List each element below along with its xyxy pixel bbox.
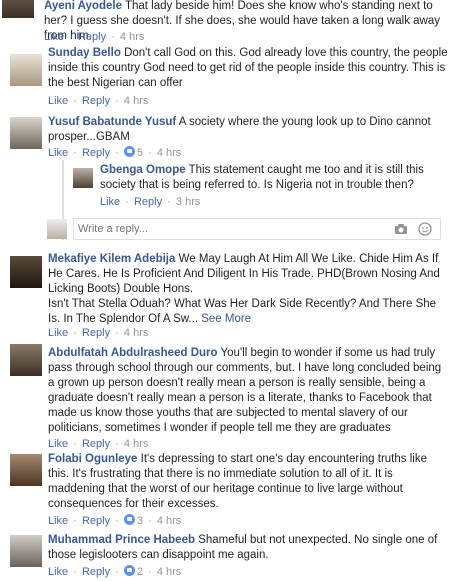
separator: · bbox=[73, 438, 77, 450]
like-link[interactable]: Like bbox=[48, 147, 68, 159]
like-link[interactable]: Like bbox=[44, 31, 64, 43]
comment-actions: Like · Reply · 3 hrs bbox=[100, 195, 200, 209]
current-user-avatar bbox=[47, 219, 67, 239]
see-more-link[interactable]: See More bbox=[201, 313, 251, 325]
comment-author[interactable]: Muhammad Prince Habeeb bbox=[48, 534, 195, 546]
timestamp[interactable]: 4 hrs bbox=[157, 515, 181, 527]
separator: · bbox=[73, 515, 77, 527]
reply-link[interactable]: Reply bbox=[82, 327, 110, 339]
avatar[interactable] bbox=[10, 117, 42, 149]
comment-author[interactable]: Mekafiye Kilem Adebija bbox=[48, 253, 175, 265]
like-link[interactable]: Like bbox=[48, 566, 68, 578]
emoji-icon[interactable] bbox=[418, 222, 432, 236]
reply-input[interactable] bbox=[78, 222, 378, 236]
comment-body: Abdulfatah Abdulrasheed Duro You'll begi… bbox=[48, 346, 448, 436]
reaction-count[interactable]: 5 bbox=[137, 147, 143, 159]
avatar[interactable] bbox=[10, 256, 42, 288]
separator: · bbox=[73, 147, 77, 159]
comment-body: Mekafiye Kilem Adebija We May Laugh At H… bbox=[48, 252, 448, 327]
comment-body: Folabi Ogunleye It's depressing to start… bbox=[48, 452, 448, 512]
reply-link[interactable]: Reply bbox=[82, 95, 110, 107]
reply-link[interactable]: Reply bbox=[82, 566, 110, 578]
avatar[interactable] bbox=[73, 168, 93, 188]
comment-author[interactable]: Gbenga Omope bbox=[100, 164, 186, 176]
comment-body: Sunday Bello Don't call God on this. God… bbox=[48, 46, 448, 91]
avatar[interactable] bbox=[2, 0, 34, 18]
avatar[interactable] bbox=[10, 54, 42, 86]
timestamp[interactable]: 4 hrs bbox=[124, 438, 148, 450]
like-reaction-icon[interactable] bbox=[123, 146, 135, 157]
like-link[interactable]: Like bbox=[48, 327, 68, 339]
separator: · bbox=[115, 95, 119, 107]
timestamp[interactable]: 4 hrs bbox=[120, 31, 144, 43]
separator: · bbox=[111, 31, 115, 43]
comment-author[interactable]: Abdulfatah Abdulrasheed Duro bbox=[48, 347, 218, 359]
comment-actions: Like · Reply · 5 · 4 hrs bbox=[48, 146, 181, 160]
comment-body: Yusuf Babatunde Yusuf A society where th… bbox=[48, 115, 443, 145]
comment-text: You'll begin to wonder if some us had tr… bbox=[48, 347, 442, 434]
separator: · bbox=[115, 327, 119, 339]
like-reaction-icon[interactable] bbox=[123, 565, 135, 576]
comment-author[interactable]: Folabi Ogunleye bbox=[48, 453, 137, 465]
timestamp[interactable]: 4 hrs bbox=[157, 147, 181, 159]
comment-actions: Like · Reply · 2 · 4 hrs bbox=[48, 565, 181, 579]
comment-actions: Like · Reply · 3 · 4 hrs bbox=[48, 514, 181, 528]
separator: · bbox=[148, 566, 152, 578]
separator: · bbox=[73, 95, 77, 107]
comment-body: Gbenga Omope This statement caught me to… bbox=[100, 163, 445, 193]
separator: · bbox=[167, 196, 171, 208]
like-link[interactable]: Like bbox=[100, 196, 120, 208]
like-reaction-icon[interactable] bbox=[123, 514, 135, 525]
reply-link[interactable]: Reply bbox=[82, 515, 110, 527]
separator: · bbox=[115, 566, 119, 578]
timestamp[interactable]: 3 hrs bbox=[176, 196, 200, 208]
separator: · bbox=[115, 147, 119, 159]
reply-link[interactable]: Reply bbox=[82, 438, 110, 450]
like-link[interactable]: Like bbox=[48, 438, 68, 450]
comment-actions: Like · Reply · 4 hrs bbox=[48, 326, 148, 340]
separator: · bbox=[115, 438, 119, 450]
comment-author[interactable]: Yusuf Babatunde Yusuf bbox=[48, 116, 176, 128]
reply-input-box[interactable] bbox=[73, 218, 441, 240]
separator: · bbox=[148, 147, 152, 159]
timestamp[interactable]: 4 hrs bbox=[157, 566, 181, 578]
separator: · bbox=[125, 196, 129, 208]
comment-author[interactable]: Ayeni Ayodele bbox=[44, 0, 122, 12]
comment-actions: Like · Reply · 4 hrs bbox=[48, 94, 148, 108]
separator: · bbox=[73, 566, 77, 578]
reply-link[interactable]: Reply bbox=[82, 147, 110, 159]
avatar[interactable] bbox=[10, 535, 42, 567]
separator: · bbox=[148, 515, 152, 527]
avatar[interactable] bbox=[10, 454, 42, 486]
reaction-count[interactable]: 3 bbox=[137, 515, 143, 527]
separator: · bbox=[69, 31, 73, 43]
comment-actions: Like · Reply · 4 hrs bbox=[48, 437, 148, 451]
like-link[interactable]: Like bbox=[48, 515, 68, 527]
camera-icon[interactable] bbox=[394, 222, 408, 236]
separator: · bbox=[115, 515, 119, 527]
reply-link[interactable]: Reply bbox=[134, 196, 162, 208]
reaction-count[interactable]: 2 bbox=[137, 566, 143, 578]
reply-link[interactable]: Reply bbox=[78, 31, 106, 43]
comment-actions: Like · Reply · 4 hrs bbox=[44, 30, 144, 44]
avatar[interactable] bbox=[10, 344, 42, 376]
timestamp[interactable]: 4 hrs bbox=[124, 327, 148, 339]
like-link[interactable]: Like bbox=[48, 95, 68, 107]
timestamp[interactable]: 4 hrs bbox=[124, 95, 148, 107]
separator: · bbox=[73, 327, 77, 339]
comment-author[interactable]: Sunday Bello bbox=[48, 47, 121, 59]
comment-body: Muhammad Prince Habeeb Shameful but not … bbox=[48, 533, 448, 563]
